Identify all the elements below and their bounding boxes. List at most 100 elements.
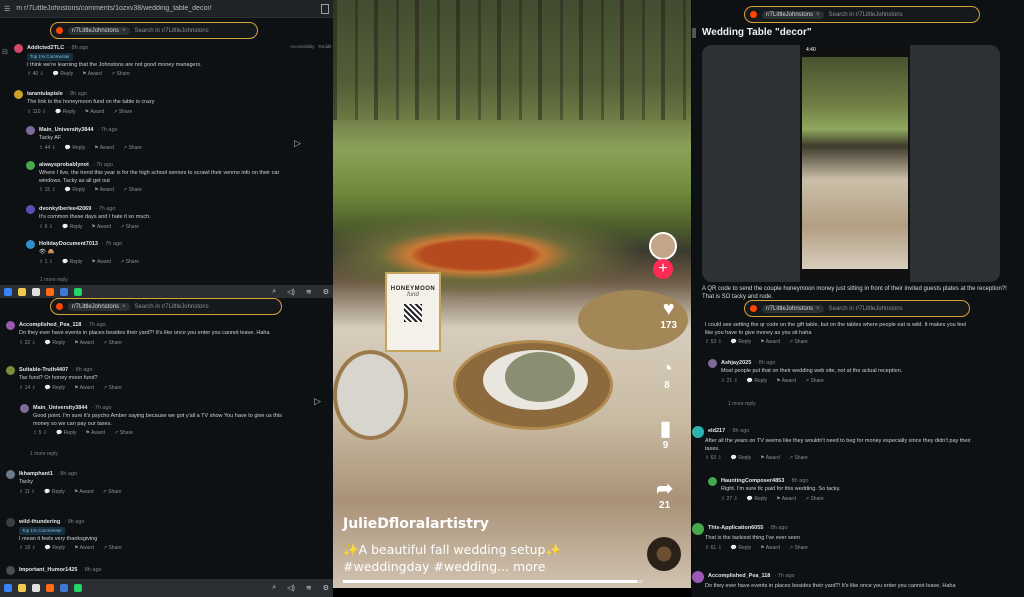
avatar[interactable] bbox=[26, 161, 35, 170]
upvote-icon[interactable]: ⇧ 11 ⇩ bbox=[19, 489, 35, 497]
tiktok-video-player[interactable]: HONEYMOON fund + ♥ 173 ◔ 8 ▮ 9 ➦ 21 Juli… bbox=[333, 0, 691, 597]
award-button[interactable]: ⚑ Award bbox=[776, 496, 796, 504]
search-bar-bottom[interactable]: r/7LittleJohnstons × Search in r/7LittleJ… bbox=[50, 298, 282, 315]
upvote-icon[interactable]: ⇧ 27 ⇩ bbox=[721, 496, 738, 504]
upvote-icon[interactable]: ⇧ 5 ⇩ bbox=[33, 430, 47, 438]
username[interactable]: Addicted2TLC bbox=[27, 45, 64, 53]
folder-icon[interactable] bbox=[18, 287, 26, 296]
close-icon[interactable]: × bbox=[816, 12, 820, 18]
username[interactable]: Ashjay2025 bbox=[721, 360, 751, 368]
username[interactable]: Important_Humor1425 bbox=[19, 567, 77, 575]
share-button[interactable]: ↗ Share bbox=[114, 430, 133, 438]
share-button[interactable]: ↗ Share bbox=[789, 339, 808, 347]
more-replies-link[interactable]: 1 more reply bbox=[728, 401, 756, 407]
settings-icon[interactable]: ⚙ bbox=[323, 584, 329, 592]
username[interactable]: dvonkylberlee42069 bbox=[39, 206, 91, 214]
bookmark-button[interactable]: ▮ 9 bbox=[660, 418, 671, 451]
close-icon[interactable]: × bbox=[122, 28, 126, 34]
avatar[interactable] bbox=[6, 566, 15, 575]
reddit-logo-icon[interactable] bbox=[56, 303, 63, 310]
more-replies-link[interactable]: 1 more reply bbox=[30, 451, 58, 457]
avatar[interactable] bbox=[708, 477, 717, 486]
avatar[interactable] bbox=[6, 470, 15, 479]
reddit-logo-icon[interactable] bbox=[750, 305, 757, 312]
upvote-icon[interactable]: ⇧ 22 ⇩ bbox=[19, 340, 36, 348]
share-button[interactable]: ↗ Share bbox=[805, 496, 824, 504]
share-button[interactable]: ↗ Share bbox=[789, 545, 808, 553]
award-button[interactable]: ⚑ Award bbox=[760, 455, 780, 463]
username[interactable]: alwaysprobablynot bbox=[39, 162, 89, 170]
volume-icon[interactable]: ◁) bbox=[287, 288, 295, 296]
upvote-icon[interactable]: ⇧ 14 ⇩ bbox=[19, 385, 36, 393]
avatar[interactable] bbox=[692, 571, 704, 583]
username[interactable]: This-Application6055 bbox=[708, 525, 763, 533]
username[interactable]: Main_University3844 bbox=[33, 405, 87, 413]
award-button[interactable]: ⚑ Award bbox=[74, 489, 94, 497]
upvote-icon[interactable]: ⇧ 61 ⇩ bbox=[705, 545, 722, 553]
username[interactable]: wild-thundering bbox=[19, 519, 60, 527]
collapse-icon[interactable]: ⊟ bbox=[2, 48, 8, 56]
chrome-icon[interactable] bbox=[32, 584, 40, 592]
subreddit-chip[interactable]: r/7LittleJohnstons × bbox=[762, 10, 824, 19]
avatar[interactable] bbox=[6, 321, 15, 330]
award-button[interactable]: ⚑ Award bbox=[776, 378, 796, 386]
reply-button[interactable]: 💬 Reply bbox=[45, 545, 65, 553]
share-button[interactable]: ↗ Share bbox=[120, 259, 139, 267]
username[interactable]: Suitable-Truth4407 bbox=[19, 367, 68, 375]
upvote-icon[interactable]: ⇧ 40 ⇩ bbox=[27, 71, 44, 79]
share-button[interactable]: ↗ Share bbox=[113, 109, 132, 117]
username[interactable]: Main_University3844 bbox=[39, 127, 93, 135]
volume-icon[interactable]: ◁) bbox=[287, 584, 295, 592]
share-button[interactable]: ↗ Share bbox=[111, 71, 130, 79]
subreddit-chip[interactable]: r/7LittleJohnstons × bbox=[762, 304, 824, 313]
upvote-icon[interactable]: ⇧ 1 ⇩ bbox=[39, 259, 53, 267]
share-button[interactable]: ↗ Share bbox=[123, 145, 142, 153]
reply-button[interactable]: 💬 Reply bbox=[44, 489, 64, 497]
award-button[interactable]: ⚑ Award bbox=[94, 145, 114, 153]
close-icon[interactable]: × bbox=[122, 304, 126, 310]
avatar[interactable] bbox=[6, 518, 15, 527]
reply-button[interactable]: 💬 Reply bbox=[53, 71, 73, 79]
search-bar-bottom[interactable]: r/7LittleJohnstons × Search in r/7LittleJ… bbox=[744, 300, 970, 317]
explorer-icon[interactable] bbox=[4, 584, 12, 592]
avatar[interactable] bbox=[692, 426, 704, 438]
avatar[interactable] bbox=[14, 44, 23, 53]
settings-icon[interactable]: ⚙ bbox=[323, 288, 329, 296]
share-button[interactable]: ↗ Share bbox=[103, 545, 122, 553]
username[interactable]: HolidayDocument7013 bbox=[39, 241, 98, 249]
reply-button[interactable]: 💬 Reply bbox=[65, 145, 85, 153]
more-replies-link[interactable]: 1 more reply bbox=[40, 277, 68, 283]
username[interactable]: eld217 bbox=[708, 428, 725, 436]
reddit-link[interactable]: Reddit bbox=[319, 44, 332, 49]
award-button[interactable]: ⚑ Award bbox=[85, 109, 105, 117]
play-icon[interactable]: ▷ bbox=[294, 138, 301, 149]
upvote-icon[interactable]: ⇧ 44 ⇩ bbox=[39, 145, 56, 153]
reply-button[interactable]: 💬 Reply bbox=[731, 339, 751, 347]
share-button[interactable]: ↗ Share bbox=[805, 378, 824, 386]
username[interactable]: Accomplished_Pea_118 bbox=[19, 322, 81, 330]
share-button[interactable]: ↗ Share bbox=[120, 224, 139, 232]
reply-button[interactable]: 💬 Reply bbox=[62, 259, 82, 267]
menu-icon[interactable]: ☰ bbox=[4, 5, 10, 13]
award-button[interactable]: ⚑ Award bbox=[91, 224, 111, 232]
video-username[interactable]: JulieDfloralartistry bbox=[343, 516, 489, 532]
subreddit-chip[interactable]: r/7LittleJohnstons × bbox=[68, 26, 130, 35]
folder-icon[interactable] bbox=[18, 584, 26, 592]
reply-button[interactable]: 💬 Reply bbox=[747, 378, 767, 386]
comment-button[interactable]: ◔ 8 bbox=[661, 358, 673, 391]
post-media[interactable]: 4:40 bbox=[702, 45, 1000, 282]
award-button[interactable]: ⚑ Award bbox=[74, 340, 94, 348]
award-button[interactable]: ⚑ Award bbox=[91, 259, 111, 267]
upvote-icon[interactable]: ⇧ 63 ⇩ bbox=[705, 455, 722, 463]
like-button[interactable]: ♥ 173 bbox=[660, 298, 677, 331]
search-bar-top[interactable]: r/7LittleJohnstons × Search in r/7LittleJ… bbox=[744, 6, 980, 23]
upvote-icon[interactable]: ⇧ 18 ⇩ bbox=[19, 545, 36, 553]
brave-icon[interactable] bbox=[46, 287, 54, 296]
award-button[interactable]: ⚑ Award bbox=[74, 545, 94, 553]
upvote-icon[interactable]: ⇧ 53 ⇩ bbox=[705, 339, 722, 347]
reply-button[interactable]: 💬 Reply bbox=[55, 109, 75, 117]
avatar[interactable] bbox=[708, 359, 717, 368]
share-button[interactable]: ↗ Share bbox=[103, 489, 122, 497]
follow-plus-icon[interactable]: + bbox=[653, 259, 673, 279]
wifi-icon[interactable]: ≋ bbox=[306, 584, 312, 592]
